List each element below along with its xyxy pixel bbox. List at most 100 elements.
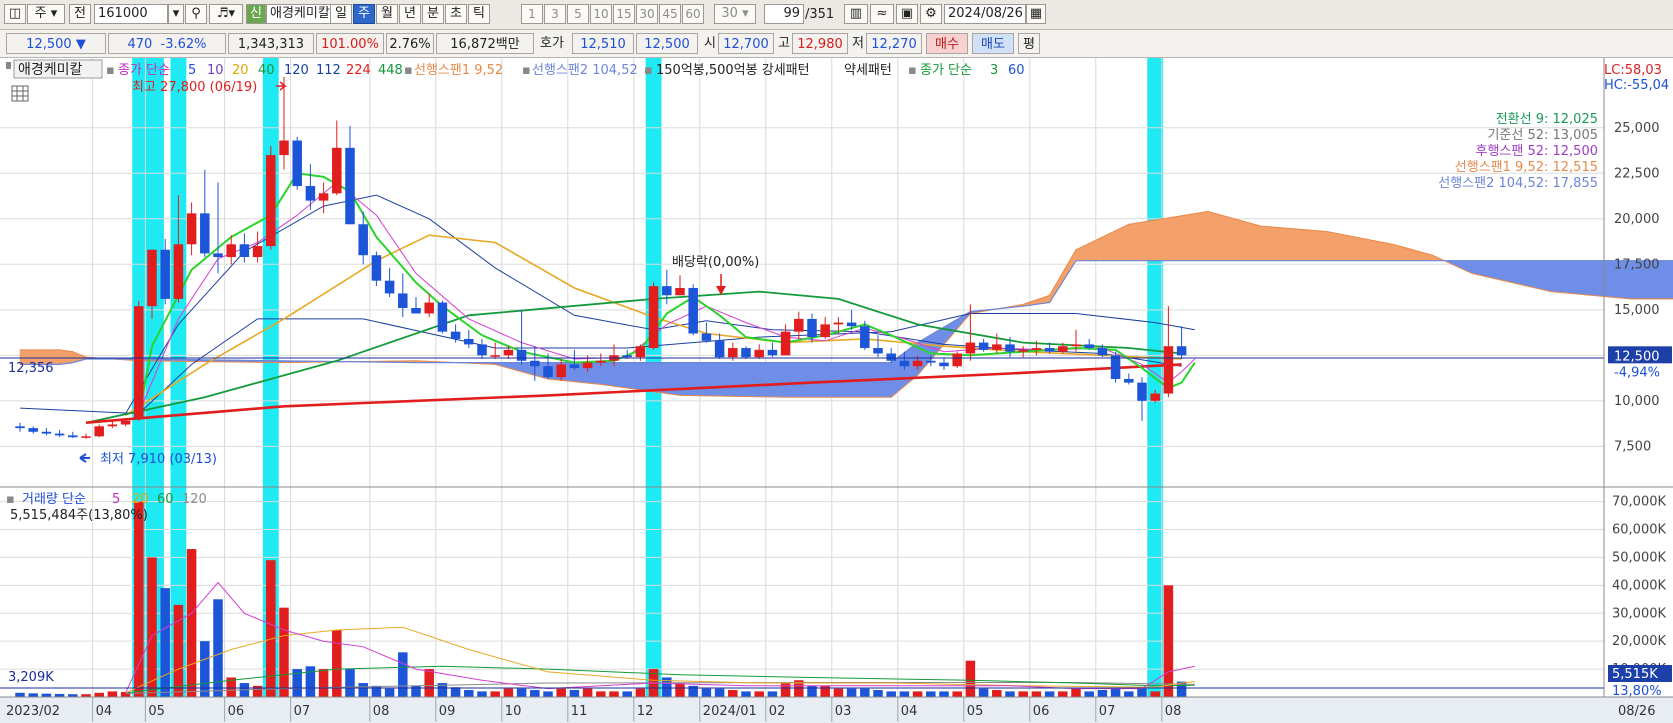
timeframe-3[interactable]: 년 — [399, 4, 421, 24]
high-annotation: 최고 27,800 (06/19) — [132, 80, 257, 95]
candle-body — [1071, 344, 1081, 347]
volume-bar — [107, 691, 118, 697]
volume-legend-60: 60 — [157, 492, 174, 507]
candle-body — [292, 140, 302, 187]
sell-button[interactable]: 매도 — [972, 33, 1014, 54]
interval-1[interactable]: 1 — [521, 4, 543, 24]
chart-type-icon[interactable]: ▥ — [844, 4, 868, 24]
legend-dot: ▪ — [106, 63, 115, 78]
interval-select[interactable]: 30 ▾ — [714, 4, 756, 24]
interval-60[interactable]: 60 — [682, 4, 704, 24]
bid-price: 12,500 — [636, 33, 698, 54]
candle-body — [490, 355, 500, 357]
grid-table-icon[interactable] — [11, 85, 29, 102]
candle-body — [424, 302, 434, 314]
cloud-segment — [1577, 260, 1585, 295]
volume-bar — [1084, 691, 1094, 697]
legend-dot: ▪ — [522, 63, 531, 78]
ichimoku-value: 선행스팬1 9,52: 12,515 — [1455, 159, 1598, 175]
code-input[interactable]: 161000 — [94, 4, 168, 24]
calendar-icon[interactable]: ▦ — [1026, 4, 1046, 24]
candle-body — [622, 355, 632, 358]
x-tick-label: 07 — [294, 704, 311, 719]
volume-bar — [398, 652, 408, 697]
volume-bar — [1058, 691, 1068, 697]
volume-bar — [477, 691, 487, 697]
candle-body — [767, 349, 778, 356]
candle-body — [15, 426, 25, 429]
save-icon[interactable]: ▣ — [896, 4, 918, 24]
candle-body — [912, 360, 923, 367]
open-price: 12,700 — [718, 33, 774, 54]
candle-body — [41, 431, 52, 434]
timeframe-4[interactable]: 분 — [422, 4, 444, 24]
candle-body — [160, 249, 170, 299]
interval-5[interactable]: 5 — [567, 4, 589, 24]
date-input[interactable]: 2024/08/26 — [944, 4, 1026, 24]
buy-button[interactable]: 매수 — [926, 33, 968, 54]
cloud-segment — [633, 362, 641, 391]
candle-body — [635, 346, 646, 358]
cloud-segment — [1128, 222, 1136, 261]
volume-bar — [94, 692, 104, 697]
volume-bar — [28, 693, 38, 697]
legend-weak-pattern: 약세패턴 — [844, 63, 892, 78]
code-dropdown-icon[interactable]: ▾ — [168, 4, 184, 24]
eval-button[interactable]: 평 — [1018, 33, 1040, 54]
volume-bar — [1124, 691, 1134, 697]
price-tick-label: 17,500 — [1614, 257, 1660, 272]
candle-body — [1163, 346, 1174, 394]
interval-45[interactable]: 45 — [659, 4, 681, 24]
timeframe-5[interactable]: 초 — [445, 4, 467, 24]
interval-select-value: 30 — [721, 6, 738, 21]
cloud-segment — [65, 350, 74, 364]
volume-bar — [252, 685, 263, 697]
volume-legend-label: 거래량 단순 — [22, 492, 86, 507]
candle-body — [305, 186, 316, 201]
period-select[interactable]: 주 ▾ — [27, 4, 65, 24]
timeframe-2[interactable]: 월 — [376, 4, 398, 24]
cloud-segment — [1194, 212, 1202, 261]
interval-30[interactable]: 30 — [636, 4, 658, 24]
candle-body — [1176, 346, 1187, 356]
candle-body — [226, 244, 236, 258]
mode-button[interactable]: 전 — [69, 4, 91, 24]
volume-bar — [569, 690, 580, 697]
candle-body — [437, 302, 448, 332]
gear-icon[interactable]: ⚙ — [920, 4, 942, 24]
layout-icon[interactable]: ◫ — [4, 4, 26, 24]
line-tool-icon[interactable]: ≈ — [870, 4, 894, 24]
interval-15[interactable]: 15 — [613, 4, 635, 24]
hc-value: HC:-55,04 — [1604, 78, 1669, 93]
x-tick-label: 03 — [835, 704, 852, 719]
candle-body — [81, 436, 91, 438]
current-price-tag: 12,500 — [1614, 349, 1660, 364]
x-tick-label: 08 — [373, 704, 390, 719]
candle-body — [28, 428, 38, 432]
legend-marker — [6, 62, 11, 69]
x-tick-label: 05 — [967, 704, 984, 719]
legend-strong-pattern: 150억봉,500억봉 강세패턴 — [656, 63, 810, 78]
interval-10[interactable]: 10 — [590, 4, 612, 24]
down-arrow-icon: ▼ — [75, 37, 86, 52]
speaker-icon[interactable]: ♬▾ — [209, 4, 243, 24]
volume-bar — [1005, 691, 1015, 697]
volume-bar — [1071, 688, 1081, 697]
volume-bar — [200, 641, 210, 697]
search-icon[interactable]: ⚲ — [185, 4, 207, 24]
timeframe-1[interactable]: 주 — [353, 4, 375, 24]
ichimoku-value: 후행스팬 52: 12,500 — [1475, 143, 1598, 159]
x-tick-label: 07 — [1099, 704, 1116, 719]
chart-area[interactable]: 25,000 22,500 20,000 17,500 15,000 12,500 10,0… — [0, 58, 1673, 723]
cloud-segment — [758, 362, 767, 398]
volume-bar — [767, 691, 778, 697]
timeframe-6[interactable]: 틱 — [468, 4, 490, 24]
count-input[interactable]: 99 — [764, 4, 804, 24]
volume-bar — [160, 588, 170, 697]
cloud-segment — [1187, 213, 1196, 261]
interval-3[interactable]: 3 — [544, 4, 566, 24]
low-price: 12,270 — [866, 33, 922, 54]
price-ref-label: 12,356 — [8, 361, 54, 376]
timeframe-0[interactable]: 일 — [330, 4, 352, 24]
cloud-segment — [1161, 217, 1169, 261]
